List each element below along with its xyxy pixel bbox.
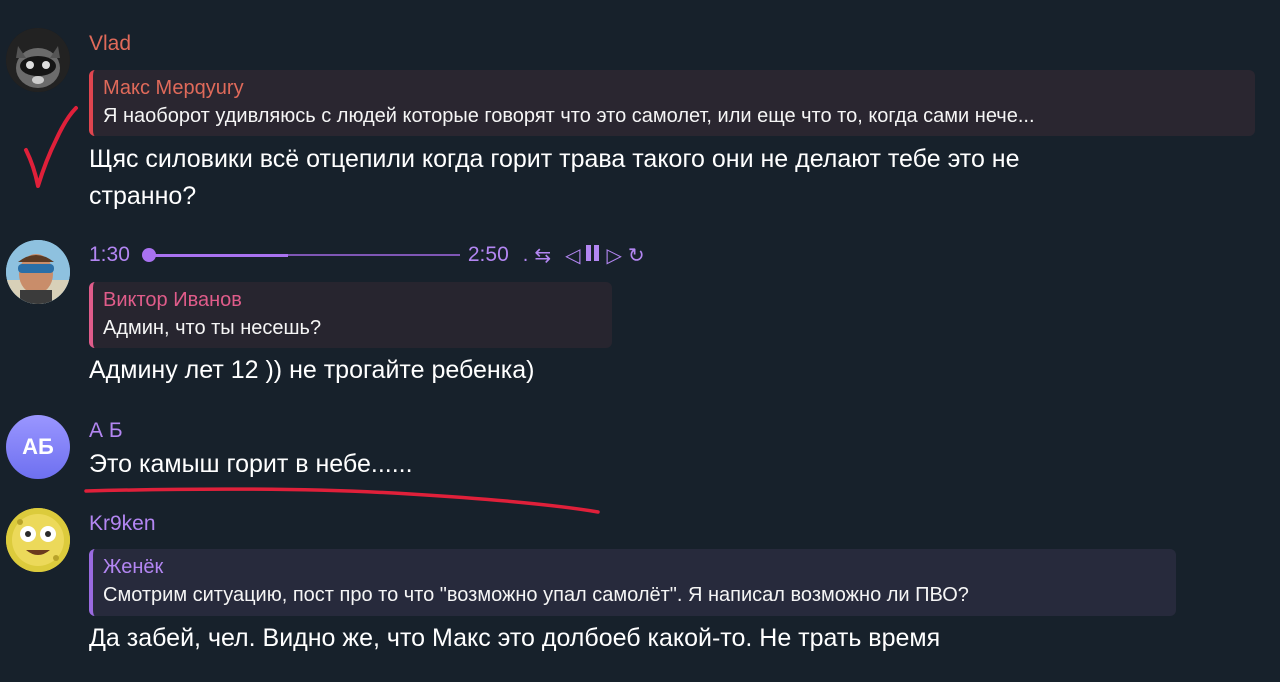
avatar-initials[interactable]: АБ — [6, 415, 70, 479]
reply-text: Админ, что ты несешь? — [103, 317, 322, 339]
reply-quote[interactable]: Женёк Смотрим ситуацию, пост про то что … — [89, 549, 1176, 616]
audio-progress-knob[interactable] — [141, 248, 156, 262]
reply-text: Я наоборот удивляюсь с людей которые гов… — [103, 105, 1035, 127]
author-name[interactable]: Kr9ken — [89, 512, 156, 536]
audio-player[interactable]: 1:30 2:50 . ⇆ ◁ ▷ ↻ — [89, 240, 645, 270]
red-underline-annotation-icon — [84, 487, 600, 514]
reply-quote[interactable]: Макс Мерqyury Я наоборот удивляюсь с люд… — [89, 70, 1255, 136]
raccoon-avatar-icon — [6, 28, 70, 92]
message-text-line-1: Это камыш горит в небе...... — [89, 450, 413, 478]
reply-author: Виктор Иванов — [103, 289, 242, 311]
pause-icon[interactable] — [586, 244, 600, 267]
audio-progress-fill — [151, 254, 288, 257]
message-text-line-1: Щяс силовики всё отцепили когда горит тр… — [89, 145, 1020, 173]
avatar-sunglasses[interactable] — [6, 240, 70, 304]
audio-progress-track[interactable] — [141, 248, 460, 262]
repeat-icon[interactable]: ↻ — [628, 243, 645, 268]
reply-author: Макс Мерqyury — [103, 77, 244, 99]
previous-track-icon[interactable]: ◁ — [565, 243, 580, 268]
message-text-line-1: Да забей, чел. Видно же, что Макс это до… — [89, 624, 941, 652]
sponge-avatar-icon — [6, 508, 70, 572]
next-track-icon[interactable]: ▷ — [606, 243, 621, 268]
red-checkmark-annotation-icon — [24, 106, 78, 188]
person-avatar-icon — [6, 240, 70, 304]
audio-progress-rest — [287, 254, 460, 256]
shuffle-icon[interactable]: ⇆ — [534, 243, 551, 268]
author-name[interactable]: Vlad — [89, 32, 131, 56]
reply-text: Смотрим ситуацию, пост про то что "возмо… — [103, 584, 969, 606]
reply-quote[interactable]: Виктор Иванов Админ, что ты несешь? — [89, 282, 612, 348]
audio-total-time: 2:50 — [467, 243, 509, 266]
audio-current-time: 1:30 — [89, 243, 130, 266]
audio-speed-label[interactable]: . — [523, 244, 529, 267]
avatar-kr9ken[interactable] — [6, 508, 70, 572]
message-text-line-1: Админу лет 12 )) не трогайте ребенка) — [89, 356, 535, 384]
reply-author: Женёк — [103, 556, 164, 578]
avatar-vlad[interactable] — [6, 28, 70, 92]
author-name[interactable]: А Б — [89, 419, 123, 443]
message-text-line-2: странно? — [89, 182, 197, 210]
avatar-initials-text: АБ — [22, 434, 54, 459]
